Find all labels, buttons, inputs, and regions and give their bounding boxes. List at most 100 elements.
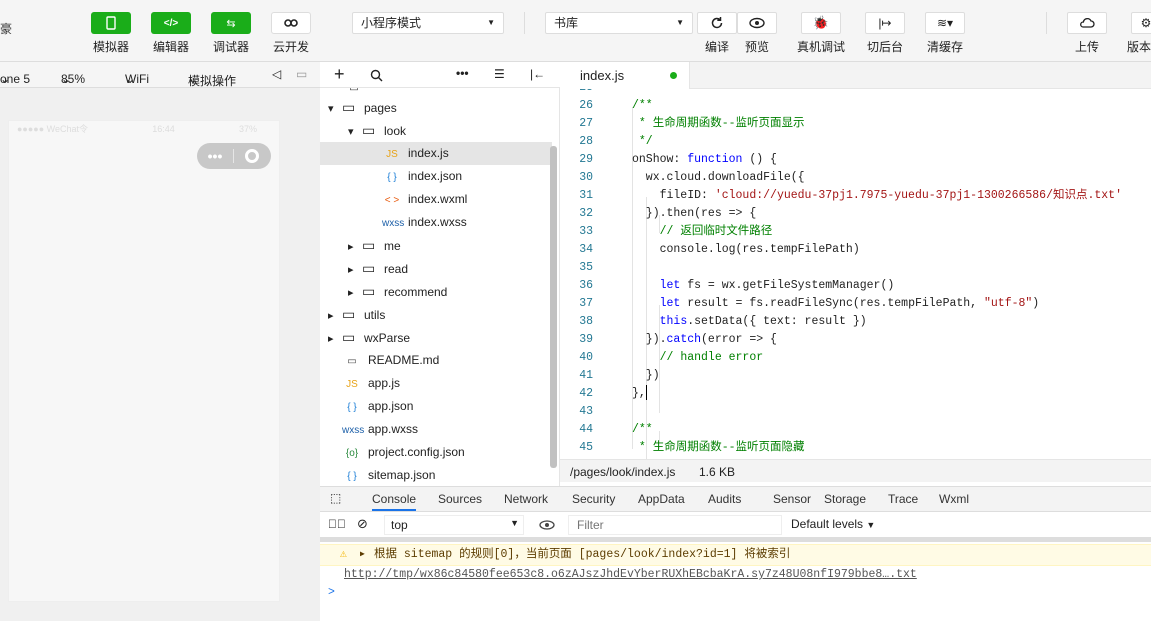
tree-item-pages[interactable]: ▾ ▭ pages [320,96,552,119]
console-filter-input[interactable] [568,515,782,535]
context-select[interactable]: top ▼ [384,515,524,535]
clear-cache-button[interactable]: ≋▾ [925,12,965,34]
tab-index-js[interactable]: index.js [560,62,690,89]
tab-network[interactable]: Network [504,492,548,506]
tab-sources[interactable]: Sources [438,492,482,506]
simulator-toggle-button[interactable] [91,12,131,34]
tree-item-me[interactable]: ▸ ▭ me [320,234,552,257]
phone-screen[interactable]: ●●●●● WeChat令 16:44 37% ••• [8,120,280,602]
log-levels-select[interactable]: Default levels ▼ [791,517,875,531]
tree-item-utils[interactable]: ▸ ▭ utils [320,303,552,326]
code-text: // handle error [659,351,764,364]
tab-sensor[interactable]: Sensor [773,492,811,506]
tree-item-index-json[interactable]: { } index.json [320,165,552,188]
mode-select[interactable]: 小程序模式 ▼ [352,12,504,34]
code-line[interactable]: 26 /** [560,97,1151,115]
tree-item-app-js[interactable]: JS app.js [320,372,552,395]
chevron-right-icon[interactable]: ▸ [348,236,362,259]
remote-debug-button[interactable]: 🐞 [801,12,841,34]
cloud-dev-button[interactable] [271,12,311,34]
code-line[interactable]: 38 this.setData({ text: result }) [560,313,1151,331]
tab-appdata[interactable]: AppData [638,492,685,506]
sound-icon[interactable]: ◁ [272,67,281,81]
code-line[interactable]: 41 }) [560,367,1151,385]
tree-item-look[interactable]: ▾ ▭ look [320,119,552,142]
tab-trace[interactable]: Trace [888,492,918,506]
console-warning-row[interactable]: ⚠ ▶ 根据 sitemap 的规则[0]，当前页面 [pages/look/i… [320,544,1151,566]
tab-console[interactable]: Console [372,492,417,511]
tree-item-index-js[interactable]: JS index.js [320,142,552,165]
inspect-element-icon[interactable]: ⬚ [330,491,341,505]
chevron-right-icon[interactable]: ▸ [348,259,362,282]
remote-debug-label: 真机调试 [797,40,846,54]
tab-audits[interactable]: Audits [708,492,741,506]
code-line[interactable]: 37 let result = fs.readFileSync(res.temp… [560,295,1151,313]
tree-item-recommend[interactable]: ▸ ▭ recommend [320,280,552,303]
eye-icon[interactable] [539,520,555,530]
add-icon[interactable]: + [334,64,345,85]
tab-storage[interactable]: Storage [824,492,866,506]
editor-toggle-button[interactable]: </> [151,12,191,34]
search-icon[interactable] [370,69,383,82]
tree-item-label: app.js [368,376,401,390]
clear-console-icon[interactable]: ⊘ [357,516,368,532]
code-line[interactable]: 45 * 生命周期函数--监听页面隐藏 [560,439,1151,457]
console-prompt[interactable]: > [328,586,335,599]
version-button[interactable]: ⚙ [1131,12,1151,34]
chevron-right-icon[interactable]: ▸ [348,282,362,305]
chevron-down-icon[interactable]: ▾ [348,121,362,144]
code-line[interactable]: 31 fileID: 'cloud://yuedu-37pj1.7975-yue… [560,187,1151,205]
collapse-list-icon[interactable]: ☰ [494,67,505,81]
upload-button[interactable] [1067,12,1107,34]
code-line[interactable]: 39 }).catch(error => { [560,331,1151,349]
project-select-value: 书库 [554,16,579,30]
preview-button[interactable] [737,12,777,34]
code-line[interactable]: 40 // handle error [560,349,1151,367]
code-line[interactable]: 36 let fs = wx.getFileSystemManager() [560,277,1151,295]
more-horizontal-icon[interactable]: ••• [456,66,469,80]
code-line[interactable]: 42}, [560,385,1151,403]
more-icon[interactable]: ••• [197,148,233,164]
collapse-panel-icon[interactable]: |← [530,67,545,81]
compile-button[interactable] [697,12,737,34]
tree-scrollbar[interactable] [550,146,557,468]
tab-wxml[interactable]: Wxml [939,492,969,506]
tab-security[interactable]: Security [572,492,615,506]
code-line[interactable]: 25 [560,89,1151,97]
toolbar-divider [524,12,525,34]
code-line[interactable]: 32 }).then(res => { [560,205,1151,223]
sidebar-toggle-icon[interactable]: ▶⃞ [328,517,346,531]
tree-item-index-wxss[interactable]: wxss index.wxss [320,211,552,234]
close-circle-icon[interactable] [234,149,270,163]
chevron-down-icon[interactable]: ▾ [328,98,342,121]
tree-item-index-wxml[interactable]: < > index.wxml [320,188,552,211]
code-line[interactable]: 34 console.log(res.tempFilePath) [560,241,1151,259]
expand-arrow-icon[interactable]: ▶ [360,545,365,565]
tree-item-read[interactable]: ▸ ▭ read [320,257,552,280]
window-icon[interactable]: ▭ [296,67,307,81]
code-editor[interactable]: 2526/**27 * 生命周期函数--监听页面显示28 */29onShow:… [560,89,1151,459]
tree-item-wxparse[interactable]: ▸ ▭ wxParse [320,326,552,349]
tree-item-sitemap-json[interactable]: { } sitemap.json [320,464,552,486]
chevron-right-icon[interactable]: ▸ [328,305,342,328]
console-link[interactable]: http://tmp/wx86c84580fee653c8.o6zAJszJhd… [344,568,917,581]
code-line[interactable]: 43 [560,403,1151,421]
folder-icon: ▭ [342,306,356,322]
chevron-right-icon[interactable]: ▸ [328,328,342,351]
debugger-toggle-button[interactable]: ⇆ [211,12,251,34]
code-line[interactable]: 35 [560,259,1151,277]
tree-item-project-config-json[interactable]: {o} project.config.json [320,441,552,464]
tree-item-app-json[interactable]: { } app.json [320,395,552,418]
code-line[interactable]: 30 wx.cloud.downloadFile({ [560,169,1151,187]
code-line[interactable]: 33 // 返回临时文件路径 [560,223,1151,241]
tree-item-readme-md[interactable]: ▭ README.md [320,349,552,372]
code-line[interactable]: 27 * 生命周期函数--监听页面显示 [560,115,1151,133]
project-select[interactable]: 书库 ▼ [545,12,693,34]
code-line[interactable]: 28 */ [560,133,1151,151]
chevron-down-icon: ⌄ [61,72,72,86]
tree-item-app-wxss[interactable]: wxss app.wxss [320,418,552,441]
cloud-link-icon [284,19,298,27]
code-line[interactable]: 44 /** [560,421,1151,439]
code-line[interactable]: 29 onShow: function () { [560,151,1151,169]
background-button[interactable]: |↦ [865,12,905,34]
